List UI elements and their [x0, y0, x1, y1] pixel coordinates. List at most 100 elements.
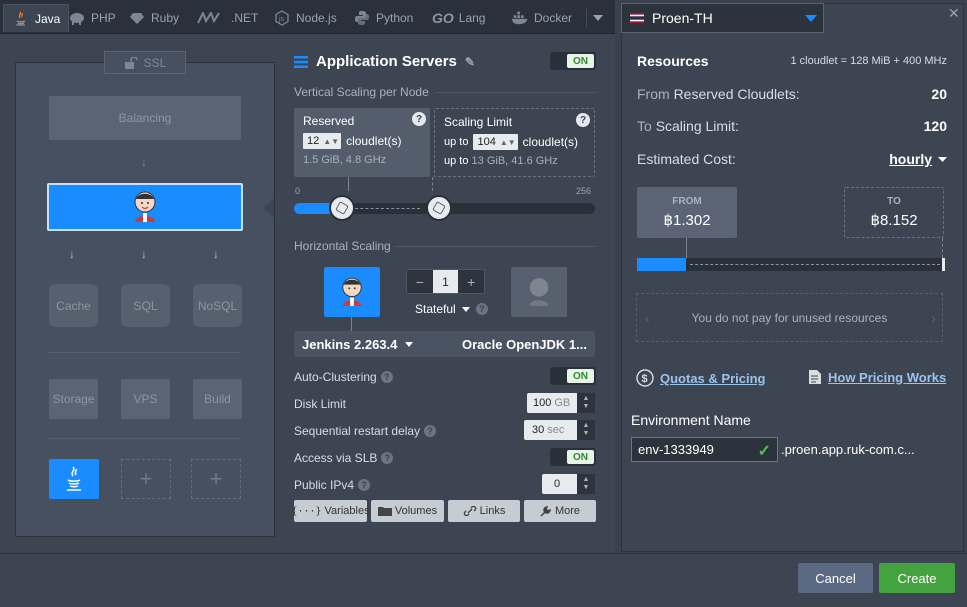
chevron-left-icon[interactable]: ‹	[645, 310, 650, 326]
cost-bar-end	[942, 258, 945, 271]
region-name: Proen-TH	[652, 10, 713, 26]
restart-delay-input[interactable]: 30 sec ▲ ▼	[524, 420, 595, 440]
divider	[395, 246, 595, 247]
resources-title: Resources	[637, 53, 709, 69]
edit-pencil-icon[interactable]: ✎	[465, 55, 475, 69]
add-node-button[interactable]: +	[121, 459, 171, 499]
reserved-cloudlets-input[interactable]: 12 ▲▼	[303, 133, 342, 149]
balancing-node[interactable]: Balancing	[49, 96, 241, 140]
sql-node[interactable]: SQL	[121, 284, 170, 327]
cache-node[interactable]: Cache	[49, 284, 98, 327]
chevron-down-icon	[592, 15, 603, 21]
links-button[interactable]: Links	[448, 500, 520, 522]
application-server-node[interactable]	[47, 183, 243, 231]
tab-dotnet[interactable]: .NET	[196, 4, 258, 32]
chevron-right-icon[interactable]: ›	[931, 310, 936, 326]
tab-label: Java	[35, 11, 61, 26]
disk-limit-input[interactable]: 100 GB ▲ ▼	[527, 393, 595, 413]
version-label: Jenkins 2.263.4	[302, 336, 398, 352]
node-count-stepper[interactable]: − 1 +	[406, 269, 485, 294]
env-name-input[interactable]: env-1333949 ✓	[631, 437, 778, 462]
auto-clustering-row: Auto-Clustering ?	[294, 370, 393, 384]
plus-icon: +	[139, 466, 153, 491]
more-button[interactable]: More	[524, 500, 596, 522]
nodejs-icon: js	[273, 9, 291, 27]
quotas-pricing-link[interactable]: $ Quotas & Pricing	[636, 369, 765, 387]
storage-node[interactable]: Storage	[49, 379, 98, 419]
java-engine-button[interactable]	[49, 459, 99, 499]
spinner-arrows[interactable]: ▲ ▼	[577, 474, 595, 494]
divider	[48, 352, 240, 353]
help-icon[interactable]: ?	[380, 371, 393, 383]
tab-java[interactable]: Java	[3, 4, 70, 32]
vps-node[interactable]: VPS	[121, 379, 170, 419]
auto-clustering-toggle[interactable]: ON	[550, 367, 596, 385]
vertical-scaling-label: Vertical Scaling per Node	[294, 85, 429, 99]
horizontal-node[interactable]	[324, 267, 380, 317]
cost-from-price: ฿1.302	[663, 212, 711, 229]
build-node[interactable]: Build	[193, 379, 242, 419]
unused-resources-carousel: ‹ You do not pay for unused resources ›	[636, 293, 943, 342]
help-icon[interactable]: ?	[424, 425, 437, 437]
tab-php[interactable]: PHP	[68, 4, 116, 32]
horizontal-scaling-label: Horizontal Scaling	[294, 239, 391, 253]
limit-slider-handle[interactable]	[426, 195, 452, 221]
cost-to-label: TO	[887, 196, 901, 207]
tab-nodejs[interactable]: js Node.js	[273, 4, 337, 32]
cost-period-select[interactable]: hourly	[889, 151, 947, 167]
cost-from-box: FROM ฿1.302	[637, 187, 737, 238]
help-icon[interactable]: ?	[412, 112, 426, 126]
link-icon	[463, 506, 476, 516]
region-selector[interactable]: Proen-TH	[621, 3, 824, 33]
menu-list-icon	[294, 55, 308, 68]
add-node-button[interactable]: +	[191, 459, 241, 499]
cancel-button[interactable]: Cancel	[798, 563, 873, 593]
divider	[48, 438, 240, 439]
help-icon[interactable]: ?	[576, 113, 590, 127]
decrement-button[interactable]: −	[407, 270, 433, 293]
slb-row: Access via SLB ?	[294, 451, 394, 465]
reserved-cloudlets-value: 20	[931, 86, 947, 102]
tab-ruby[interactable]: Ruby	[128, 4, 179, 32]
env-domain-suffix: .proen.app.ruk-com.c...	[781, 442, 915, 457]
slb-toggle[interactable]: ON	[550, 448, 596, 466]
node-count-value[interactable]: 1	[432, 270, 459, 293]
increment-button[interactable]: +	[458, 270, 484, 293]
tab-label: PHP	[91, 11, 116, 25]
cache-label: Cache	[56, 298, 91, 313]
estimated-cost-label: Estimated Cost:	[637, 151, 736, 167]
chevron-down-icon	[461, 306, 470, 312]
create-button[interactable]: Create	[879, 563, 955, 593]
how-pricing-works-link[interactable]: How Pricing Works	[808, 369, 946, 385]
tab-python[interactable]: Python	[353, 4, 413, 32]
ssl-toggle[interactable]: SSL	[104, 51, 186, 74]
python-icon	[353, 9, 371, 27]
svg-text:$: $	[642, 373, 648, 385]
close-icon[interactable]: ✕	[948, 5, 960, 22]
ipv4-input[interactable]: 0 ▲ ▼	[542, 474, 595, 494]
spinner-arrows[interactable]: ▲ ▼	[577, 420, 595, 440]
scaling-limit-input[interactable]: 104 ▲▼	[473, 134, 518, 150]
spinner-arrows[interactable]: ▲ ▼	[577, 393, 595, 413]
scaling-mode-select[interactable]: Stateful ?	[415, 302, 488, 316]
disk-limit-value: 100	[533, 397, 552, 409]
wrench-icon	[540, 506, 551, 517]
jdk-label[interactable]: Oracle OpenJDK 1...	[462, 337, 587, 352]
section-title-text: Application Servers	[316, 53, 457, 70]
tab-go[interactable]: GO Lang	[432, 4, 485, 32]
tab-docker[interactable]: Docker	[511, 4, 572, 32]
nosql-node[interactable]: NoSQL	[193, 284, 242, 327]
tabs-more-button[interactable]	[586, 9, 608, 27]
cost-to-price: ฿8.152	[870, 212, 918, 229]
reserved-slider-handle[interactable]	[329, 195, 355, 221]
variables-button[interactable]: {···} Variables	[291, 500, 370, 522]
app-servers-toggle[interactable]: ON	[550, 52, 596, 70]
help-icon[interactable]: ?	[381, 452, 394, 464]
version-selector[interactable]: Jenkins 2.263.4 Oracle OpenJDK 1...	[294, 331, 595, 357]
toggle-on-label: ON	[567, 369, 594, 383]
toggle-on-label: ON	[567, 54, 594, 68]
help-icon[interactable]: ?	[358, 479, 371, 491]
arrow-down-icon: ↓	[141, 247, 147, 261]
help-icon[interactable]: ?	[475, 303, 488, 315]
volumes-button[interactable]: Volumes	[371, 500, 444, 522]
